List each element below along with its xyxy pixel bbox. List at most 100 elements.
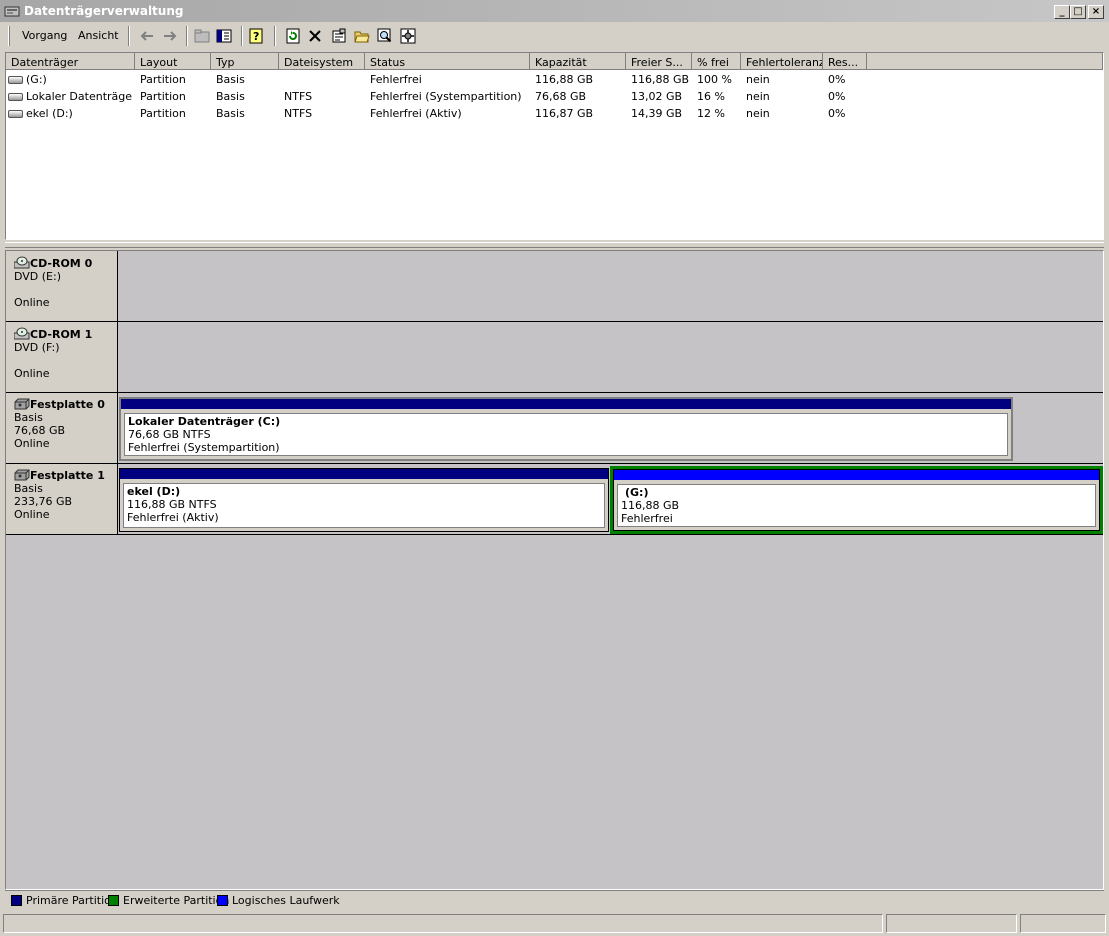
toolbar-separator	[274, 26, 276, 46]
properties-icon[interactable]	[330, 27, 348, 45]
partition-c[interactable]: Lokaler Datenträger (C:) 76,68 GB NTFS F…	[119, 397, 1013, 461]
col-kapazitaet[interactable]: Kapazität	[530, 53, 626, 70]
disk-label[interactable]: Festplatte 1 Basis 233,76 GB Online	[6, 464, 118, 534]
forward-icon[interactable]	[161, 27, 179, 45]
disk-status: Online	[14, 296, 50, 309]
disk-row-festplatte-0[interactable]: Festplatte 0 Basis 76,68 GB Online Lokal…	[6, 393, 1103, 464]
legend-label: Logisches Laufwerk	[232, 894, 340, 907]
disk-graph-view[interactable]: CD-ROM 0 DVD (E:) Online CD-ROM 1 DVD (F…	[5, 250, 1104, 890]
disk-line2: DVD (E:)	[14, 270, 62, 283]
cdrom-icon	[13, 256, 30, 269]
volume-list[interactable]: Datenträger Layout Typ Dateisystem Statu…	[5, 52, 1104, 240]
list-row-2-layout: Partition	[140, 107, 186, 120]
disk-line2: Basis	[14, 482, 43, 495]
toolbar-separator	[241, 26, 243, 46]
disk-row-cdrom-1[interactable]: CD-ROM 1 DVD (F:) Online	[6, 322, 1103, 393]
partition-size: 76,68 GB NTFS	[128, 428, 211, 441]
extended-partition[interactable]: (G:) 116,88 GB Fehlerfrei	[610, 466, 1103, 534]
disk-name: CD-ROM 1	[30, 328, 93, 341]
disk-label[interactable]: CD-ROM 1 DVD (F:) Online	[6, 322, 118, 392]
menu-ansicht[interactable]: Ansicht	[78, 29, 119, 42]
list-row-0-pct: 100 %	[697, 73, 732, 86]
volume-icon	[8, 110, 23, 118]
console-tree-icon[interactable]	[215, 27, 233, 45]
search-icon[interactable]	[376, 27, 394, 45]
col-dateisystem[interactable]: Dateisystem	[279, 53, 365, 70]
toolbar-grip	[8, 26, 10, 46]
list-row-1-name-text: Lokaler Datenträge...	[26, 90, 133, 103]
refresh-icon[interactable]	[284, 27, 302, 45]
legend-item-extended: Erweiterte Partition	[108, 894, 229, 907]
disk-status: Online	[14, 508, 50, 521]
legend-item-logical: Logisches Laufwerk	[217, 894, 340, 907]
maximize-button[interactable]: □	[1070, 5, 1086, 19]
col-layout[interactable]: Layout	[135, 53, 211, 70]
legend-label: Erweiterte Partition	[123, 894, 230, 907]
back-icon[interactable]	[138, 27, 156, 45]
list-row-2-pct: 12 %	[697, 107, 725, 120]
close-button[interactable]: ×	[1088, 5, 1104, 19]
list-row-0-name[interactable]: (G:)	[8, 73, 133, 86]
help-icon[interactable]: ?	[247, 27, 265, 45]
col-status[interactable]: Status	[365, 53, 530, 70]
col-reserve[interactable]: Res...	[823, 53, 867, 70]
status-bar	[0, 912, 1109, 936]
col-freier-speicher[interactable]: Freier S...	[626, 53, 692, 70]
list-row-1-res: 0%	[828, 90, 846, 103]
list-row-1-free: 13,02 GB	[631, 90, 683, 103]
list-row-2-name[interactable]: ekel (D:)	[8, 107, 133, 120]
list-row-0-free: 116,88 GB	[631, 73, 690, 86]
status-panel-main	[3, 914, 883, 933]
disk-label[interactable]: CD-ROM 0 DVD (E:) Online	[6, 251, 118, 321]
open-folder-icon[interactable]	[353, 27, 371, 45]
list-row-0-layout: Partition	[140, 73, 186, 86]
partition-status: Fehlerfrei (Aktiv)	[127, 511, 219, 524]
toolbar-separator	[186, 26, 188, 46]
col-prozent-frei[interactable]: % frei	[692, 53, 741, 70]
col-datentraeger[interactable]: Datenträger	[6, 53, 135, 70]
list-row-2-name-text: ekel (D:)	[26, 107, 73, 120]
title-bar[interactable]: Datenträgerverwaltung _ □ ×	[0, 0, 1109, 22]
col-fehlertoleranz[interactable]: Fehlertoleranz	[741, 53, 823, 70]
partition-color-bar	[614, 470, 1099, 480]
disk-row-festplatte-1[interactable]: Festplatte 1 Basis 233,76 GB Online ekel…	[6, 464, 1103, 535]
partition-d[interactable]: ekel (D:) 116,88 GB NTFS Fehlerfrei (Akt…	[119, 468, 609, 532]
list-row-1-name[interactable]: Lokaler Datenträge...	[8, 90, 133, 103]
legend-item-primary: Primäre Partition	[11, 894, 118, 907]
legend-label: Primäre Partition	[26, 894, 118, 907]
disk-row-cdrom-0[interactable]: CD-ROM 0 DVD (E:) Online	[6, 251, 1103, 322]
settings-icon[interactable]	[399, 27, 417, 45]
list-row-2-capacity: 116,87 GB	[535, 107, 594, 120]
partition-g[interactable]: (G:) 116,88 GB Fehlerfrei	[613, 469, 1100, 531]
disk-name: CD-ROM 0	[30, 257, 93, 270]
list-row-1-status: Fehlerfrei (Systempartition)	[370, 90, 522, 103]
partition-title: Lokaler Datenträger (C:)	[128, 415, 281, 428]
disk-label[interactable]: Festplatte 0 Basis 76,68 GB Online	[6, 393, 118, 463]
partition-body: (G:) 116,88 GB Fehlerfrei	[617, 484, 1096, 527]
list-row-1-fault: nein	[746, 90, 770, 103]
partition-color-bar	[121, 399, 1011, 409]
partition-color-bar	[120, 469, 608, 479]
legend: Primäre Partition Erweiterte Partition L…	[5, 890, 1104, 909]
partition-body: ekel (D:) 116,88 GB NTFS Fehlerfrei (Akt…	[123, 483, 605, 528]
menu-vorgang[interactable]: Vorgang	[22, 29, 67, 42]
toolbar-separator	[128, 26, 130, 46]
svg-text:?: ?	[253, 30, 259, 43]
list-row-0-name-text: (G:)	[26, 73, 47, 86]
list-row-1-pct: 16 %	[697, 90, 725, 103]
delete-icon[interactable]	[306, 27, 324, 45]
list-row-2-type: Basis	[216, 107, 245, 120]
volume-icon	[8, 93, 23, 101]
window-title: Datenträgerverwaltung	[24, 4, 184, 18]
harddisk-icon	[14, 469, 30, 481]
disk-management-icon	[4, 6, 20, 17]
pane-splitter[interactable]	[5, 242, 1104, 248]
partition-status: Fehlerfrei (Systempartition)	[128, 441, 280, 454]
disk-name: Festplatte 1	[30, 469, 105, 482]
up-folder-icon[interactable]	[193, 27, 211, 45]
legend-swatch	[108, 895, 119, 906]
volume-icon	[8, 76, 23, 84]
col-typ[interactable]: Typ	[211, 53, 279, 70]
minimize-button[interactable]: _	[1054, 5, 1070, 19]
col-filler	[867, 53, 1103, 70]
